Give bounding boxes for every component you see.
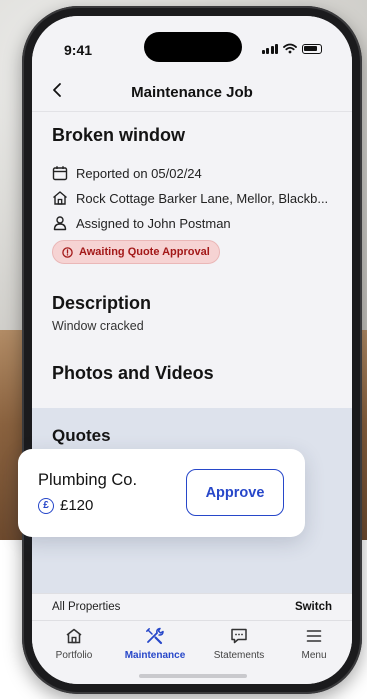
tab-portfolio[interactable]: Portfolio [39, 627, 109, 661]
status-time: 9:41 [64, 42, 93, 58]
home-indicator [139, 674, 247, 678]
pound-icon: £ [38, 497, 54, 514]
nav-header: Maintenance Job [32, 74, 352, 112]
assignee: Assigned to John Postman [76, 215, 231, 231]
menu-icon [306, 630, 322, 642]
description-text: Window cracked [52, 319, 144, 333]
home-icon [66, 628, 82, 644]
dynamic-island [144, 32, 242, 62]
quote-amount-row: £ £120 [38, 497, 93, 514]
quote-amount: £120 [60, 497, 94, 514]
description-heading: Description [52, 293, 152, 313]
job-title: Broken window [52, 125, 186, 145]
tab-statements[interactable]: Statements [204, 627, 274, 661]
tab-label: Portfolio [55, 650, 93, 661]
reported-row: Reported on 05/02/24 [52, 165, 342, 181]
tab-maintenance[interactable]: Maintenance [120, 627, 190, 661]
tab-label: Menu [301, 650, 327, 661]
alert-circle-icon [62, 246, 73, 258]
tab-label: Maintenance [124, 650, 186, 661]
tab-label: Statements [213, 650, 265, 661]
calendar-icon [52, 166, 68, 181]
assigned-row: Assigned to John Postman [52, 215, 342, 231]
phone-screen: 9:41 Maintenance Job Broken window Repor… [32, 16, 352, 684]
quotes-heading: Quotes [52, 426, 111, 445]
property-address: Rock Cottage Barker Lane, Mellor, Blackb… [76, 190, 329, 206]
phone-frame: 9:41 Maintenance Job Broken window Repor… [22, 6, 362, 694]
properties-bar: All Properties Switch [32, 593, 352, 621]
photos-heading: Photos and Videos [52, 363, 214, 383]
home-icon [53, 191, 67, 205]
status-badge: Awaiting Quote Approval [52, 240, 220, 264]
status-icons [261, 43, 322, 54]
signal-icon [261, 43, 278, 54]
tools-icon [146, 627, 164, 645]
quote-card: Plumbing Co. £ £120 Approve [18, 449, 305, 537]
person-icon [53, 216, 67, 231]
tab-menu[interactable]: Menu [279, 627, 349, 661]
switch-button[interactable]: Switch [295, 601, 332, 613]
message-icon [231, 628, 247, 644]
status-badge-label: Awaiting Quote Approval [79, 246, 210, 258]
page-title: Maintenance Job [131, 84, 253, 101]
address-row: Rock Cottage Barker Lane, Mellor, Blackb… [52, 190, 342, 206]
all-properties-label: All Properties [52, 601, 121, 613]
wifi-icon [283, 43, 297, 54]
reported-date: Reported on 05/02/24 [76, 165, 202, 181]
battery-icon [302, 43, 322, 54]
approve-button[interactable]: Approve [186, 469, 284, 516]
quote-company: Plumbing Co. [38, 471, 138, 489]
